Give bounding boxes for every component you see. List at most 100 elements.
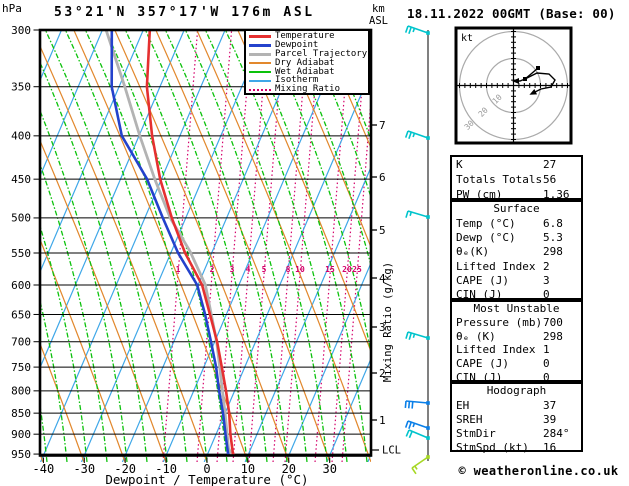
panel-row-label: StmDir <box>456 426 496 440</box>
pressure-tick-label: 600 <box>11 279 31 292</box>
index-panels: K 27 Totals Totals 56 PW (cm) 1.36 Surface Temp… <box>450 155 583 454</box>
pressure-axis-unit: hPa <box>2 2 22 15</box>
pressure-tick-label: 750 <box>11 361 31 374</box>
pressure-tick-label: 450 <box>11 173 31 186</box>
panel-row-value: 0 <box>543 356 550 370</box>
wind-barb <box>404 420 430 430</box>
panel-row-value: 6.8 <box>543 216 563 230</box>
legend-line-sample <box>249 62 271 65</box>
wind-barb <box>405 210 430 219</box>
panel-hodograph: Hodograph EH 37 SREH 39 StmDir 284° StmSpd (kt)… <box>450 382 583 454</box>
panel-row-value: 3 <box>543 274 550 288</box>
wind-barb-dot <box>426 455 430 459</box>
km-tick-label: 1 <box>379 414 386 427</box>
wind-barb <box>405 429 430 440</box>
panel-row-label: θₑ(K) <box>456 245 490 259</box>
panel-row-value: 700 <box>543 315 563 329</box>
pressure-tick-label: 900 <box>11 428 31 441</box>
temperature-tick-label: 30 <box>322 462 336 476</box>
mixing-ratio-value-label: 4 <box>246 265 251 274</box>
panel-row-label: Lifted Index <box>456 343 536 357</box>
panel-row-label: PW (cm) <box>456 188 503 201</box>
panel-row: K 27 <box>452 157 581 172</box>
mixing-ratio-value-label: 10 <box>295 265 305 274</box>
wind-barb-dot <box>426 31 430 35</box>
hodograph-point-dot <box>523 77 527 81</box>
panel-title: Hodograph <box>486 384 547 397</box>
panel-row-value: 298 <box>543 245 563 259</box>
dewpoint-curve <box>110 30 231 456</box>
wind-barb <box>404 130 430 140</box>
mixing-ratio-value-label: 25 <box>352 265 362 274</box>
legend-box: Temperature Dewpoint Parcel Trajectory Dry … <box>244 29 370 95</box>
panel-row-value: 1.36 <box>543 188 570 201</box>
panel-row-label: Temp (°C) <box>456 216 516 230</box>
panel-row-value: 5.3 <box>543 231 563 245</box>
mixing-ratio-line <box>162 30 199 462</box>
panel-row: CIN (J) 0 <box>452 288 581 302</box>
pressure-tick-label: 500 <box>11 212 31 225</box>
panel-row-value: 27 <box>543 158 557 171</box>
mixing-ratio-value-label: 2 <box>210 265 215 274</box>
panel-row-label: CIN (J) <box>456 370 503 384</box>
wet-adiabat-line <box>40 60 148 462</box>
legend-item: Mixing Ratio <box>249 85 368 94</box>
panel-row: Pressure (mb) 700 <box>452 316 581 330</box>
wind-barb <box>404 400 430 409</box>
mixing-ratio-value-label: 3 <box>230 265 235 274</box>
panel-row-value: 1 <box>543 343 550 357</box>
panel-row: SREH 39 <box>452 412 581 426</box>
panel-surface: Surface Temp (°C) 6.8 Dewp (°C) 5.3 θₑ(K) 298 L… <box>450 200 583 302</box>
temperature-curve <box>145 30 236 456</box>
km-axis-unit: km <box>372 3 385 15</box>
panel-row: CAPE (J) 3 <box>452 273 581 287</box>
mixing-ratio-value-label: 20 <box>342 265 352 274</box>
wind-barb-dot <box>426 336 430 340</box>
legend-line-sample <box>249 71 271 73</box>
panel-row: CIN (J) 0 <box>452 370 581 384</box>
panel-row: Dewp (°C) 5.3 <box>452 231 581 245</box>
isotherm-line <box>40 30 226 462</box>
legend-label: Mixing Ratio <box>275 84 341 95</box>
pressure-tick-label: 300 <box>11 24 31 37</box>
wet-adiabat-line <box>84 30 208 462</box>
km-tick-label: 7 <box>379 119 386 132</box>
pressure-tick-label: 650 <box>11 308 31 321</box>
panel-row: Temp (°C) 6.8 <box>452 216 581 230</box>
lcl-label: LCL <box>382 445 401 457</box>
panel-row: StmDir 284° <box>452 426 581 440</box>
wind-barb <box>411 455 430 475</box>
wind-barb <box>405 331 430 340</box>
km-tick-label: 6 <box>379 171 386 184</box>
panel-row: Lifted Index 2 <box>452 259 581 273</box>
panel-row-value: 56 <box>543 173 557 186</box>
legend-line-sample <box>249 34 271 38</box>
panel-row-label: Totals Totals <box>456 173 543 186</box>
panel-row-label: EH <box>456 398 470 412</box>
panel-row: StmSpd (kt) 16 <box>452 440 581 454</box>
legend-line-sample <box>249 88 271 91</box>
panel-row-value: 284° <box>543 426 570 440</box>
wind-barb-dot <box>426 136 430 140</box>
wind-barb-dot <box>426 215 430 219</box>
pressure-tick-label: 700 <box>11 336 31 349</box>
wind-barb-dot <box>426 426 430 430</box>
panel-row-value: 39 <box>543 412 557 426</box>
panel-most-unstable: Most Unstable Pressure (mb) 700 θₑ (K) 298 Li… <box>450 300 583 384</box>
copyright-footer: © weatheronline.co.uk <box>458 464 619 478</box>
panel-row: θₑ(K) 298 <box>452 245 581 259</box>
panel-row-value: 16 <box>543 440 557 454</box>
panel-row: θₑ (K) 298 <box>452 329 581 343</box>
km-axis-unit2: ASL <box>369 15 388 27</box>
mixing-ratio-value-label: 8 <box>286 265 291 274</box>
temperature-tick-label: -30 <box>73 462 95 476</box>
mixing-ratio-value-label: 1 <box>176 265 181 274</box>
pressure-tick-label: 400 <box>11 130 31 143</box>
temperature-tick-label: -40 <box>33 462 55 476</box>
legend-line-sample <box>249 43 271 47</box>
panel-row-label: Lifted Index <box>456 259 536 273</box>
panel-row-label: SREH <box>456 412 483 426</box>
wind-barb-dot <box>426 401 430 405</box>
km-tick-label: 5 <box>379 224 386 237</box>
hodograph-unit-label: kt <box>461 33 473 44</box>
